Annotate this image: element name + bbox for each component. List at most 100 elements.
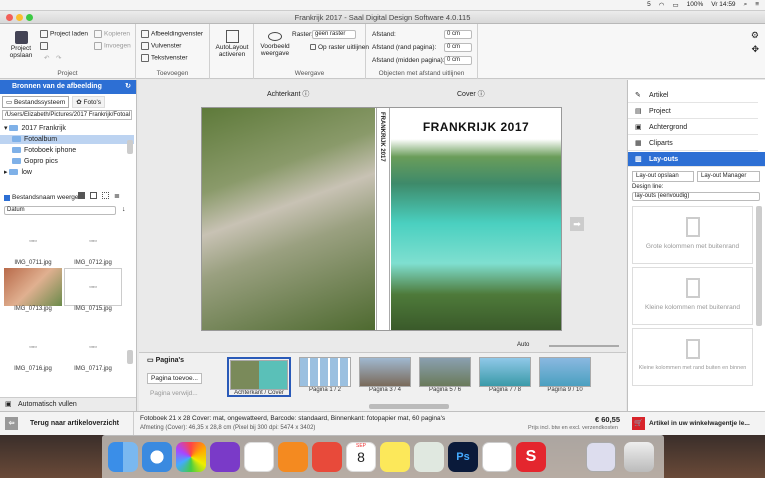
thumbs-scrollbar[interactable] — [127, 350, 133, 364]
page-thumb[interactable]: Pagina 1 / 2 — [299, 357, 351, 397]
tab-photos[interactable]: ✿ Foto's — [72, 96, 106, 108]
page-thumb[interactable]: Pagina 7 / 8 — [479, 357, 531, 397]
safari-icon[interactable] — [142, 442, 172, 472]
image-thumb[interactable]: ▫▫▫ IMG_0716.jpg — [4, 328, 62, 373]
tree-item[interactable]: Fotoboek iphone — [0, 146, 134, 155]
page-thumb[interactable]: Pagina 5 / 6 — [419, 357, 471, 397]
wifi-icon[interactable]: ◠ — [659, 1, 665, 9]
pages-icon: ▭ — [147, 357, 156, 364]
menu-article[interactable]: ✎ Artikel — [628, 88, 758, 103]
large-grid-icon[interactable] — [78, 192, 85, 199]
zoom-slider[interactable] — [549, 345, 619, 347]
small-grid-icon[interactable] — [90, 192, 97, 199]
raster-select[interactable]: geen raster — [312, 30, 356, 39]
sort-direction-icon[interactable]: ↓ — [122, 206, 126, 213]
path-field[interactable]: /Users/Elizabeth/Pictures/2017 Frankrijk… — [2, 110, 132, 120]
next-page-arrow[interactable]: ➡ — [570, 217, 584, 231]
layout-card[interactable]: Kleine kolommen met buitenrand — [632, 267, 753, 325]
status-item[interactable]: 5 — [647, 1, 651, 9]
align-to-raster-checkbox[interactable]: Op raster uitlijnen — [310, 44, 369, 51]
tree-item[interactable]: ▾ 2017 Frankrijk — [0, 124, 134, 133]
scrollbar[interactable] — [127, 140, 133, 154]
preview-button[interactable]: Voorbeeld weergave — [258, 30, 292, 57]
distance-edge-input[interactable]: 0 cm — [444, 43, 472, 52]
move-icon[interactable]: ✥ — [751, 44, 759, 55]
add-page-button[interactable]: Pagina toevoe... — [147, 373, 202, 384]
redo-button[interactable]: ↷ — [56, 54, 61, 62]
menu-layouts[interactable]: ▥ Lay-outs — [628, 152, 765, 167]
text-window-button[interactable]: Tekstvenster — [141, 54, 188, 62]
notes-icon[interactable] — [380, 442, 410, 472]
layouts-scrollbar[interactable] — [756, 206, 762, 326]
image-thumb[interactable]: IMG_0713.jpg — [4, 268, 62, 312]
menu-project[interactable]: ▤ Project — [628, 104, 758, 119]
sort-select[interactable]: Datum — [4, 206, 116, 215]
back-photo[interactable] — [202, 108, 375, 330]
photo-booth-icon[interactable] — [312, 442, 342, 472]
undo-button[interactable]: ↶ — [44, 54, 49, 62]
paste-button[interactable]: Invoegen — [94, 42, 131, 50]
pages-menu[interactable]: ▭ Pagina's — [147, 356, 184, 364]
refresh-icon[interactable]: ↻ — [125, 80, 131, 94]
layout-card[interactable]: Kleine kolommen met rand buiten en binne… — [632, 328, 753, 386]
downloads-stack-icon[interactable] — [586, 442, 616, 472]
preview-icon[interactable] — [414, 442, 444, 472]
image-window-button[interactable]: Afbeeldingvenster — [141, 30, 203, 38]
battery-icon[interactable]: ▭ — [672, 1, 678, 9]
cover-photo[interactable]: FRANKRIJK 2017 — [391, 108, 561, 330]
cut-button[interactable] — [40, 42, 50, 50]
photoshop-icon[interactable]: Ps — [448, 442, 478, 472]
photobook-cover[interactable]: FRANKRIJK 2017 FRANKRIJK 2017 — [201, 107, 562, 331]
itunes-icon[interactable] — [244, 442, 274, 472]
save-project-button[interactable]: Project opslaan — [8, 31, 34, 59]
image-thumb[interactable]: ▫▫▫ IMG_0717.jpg — [64, 328, 122, 373]
textedit-icon[interactable] — [482, 442, 512, 472]
page-thumb[interactable]: Pagina 9 / 10 — [539, 357, 591, 397]
layout-manager-button[interactable]: Lay-out Manager — [697, 171, 760, 182]
tab-filesystem[interactable]: ▭ Bestandssysteem — [2, 96, 70, 108]
back-to-articles-button[interactable]: ⇦ Terug naar artikeloverzicht — [0, 412, 134, 435]
copy-button[interactable]: Kopieren — [94, 30, 130, 38]
info-icon[interactable]: ⓘ — [478, 91, 485, 98]
ibooks-icon[interactable] — [278, 442, 308, 472]
search-icon[interactable]: ⌕ — [744, 1, 748, 9]
image-thumb[interactable]: ▫▫▫ IMG_0712.jpg — [64, 222, 122, 267]
show-filename-checkbox[interactable]: Bestandsnaam weerge — [4, 194, 79, 201]
save-layout-button[interactable]: Lay-out opslaan — [632, 171, 694, 182]
imovie-icon[interactable] — [210, 442, 240, 472]
tree-item[interactable]: ▸ low — [0, 168, 134, 177]
layout-card[interactable]: Grote kolommen met buitenrand — [632, 206, 753, 264]
list-view-icon[interactable]: ≣ — [114, 192, 120, 200]
distance-middle-input[interactable]: 0 cm — [444, 56, 472, 65]
menu-cliparts[interactable]: ▦ Cliparts — [628, 136, 758, 151]
tree-item[interactable]: Gopro pics — [0, 157, 134, 166]
page-thumb[interactable]: Pagina 3 / 4 — [359, 357, 411, 397]
design-line-select[interactable]: lay-outs (eenvoudig) — [632, 192, 760, 201]
tree-item-selected[interactable]: Fotoalbum — [0, 135, 134, 144]
clock[interactable]: Vr 14:59 — [711, 1, 735, 9]
trash-icon[interactable] — [624, 442, 654, 472]
autolayout-button[interactable]: AutoLayout activeren — [214, 30, 250, 58]
page-strip-scrollbar[interactable] — [369, 404, 449, 409]
fill-window-button[interactable]: Vulvenster — [141, 42, 181, 50]
minimize-button[interactable] — [16, 14, 23, 21]
menu-list-icon[interactable]: ≡ — [755, 1, 759, 9]
remove-page-button[interactable]: Pagina verwijd... — [147, 389, 201, 398]
page-thumb-selected[interactable]: Achterkant / Cover — [227, 357, 291, 397]
info-icon[interactable]: ⓘ — [302, 91, 309, 98]
calendar-icon[interactable]: SEP 8 — [346, 442, 376, 472]
image-thumb[interactable]: ▫▫▫ IMG_0711.jpg — [4, 222, 62, 267]
close-button[interactable] — [6, 14, 13, 21]
autofill-bar[interactable]: ▣ Automatisch vullen — [0, 397, 136, 411]
photos-icon[interactable] — [176, 442, 206, 472]
finder-icon[interactable] — [108, 442, 138, 472]
add-to-cart-button[interactable]: 🛒 Artikel in uw winkelwagentje le... — [630, 415, 761, 432]
menu-background[interactable]: ▣ Achtergrond — [628, 120, 758, 135]
saal-design-icon[interactable]: S — [516, 442, 546, 472]
zoom-button[interactable] — [26, 14, 33, 21]
tiny-grid-icon[interactable] — [102, 192, 109, 199]
image-thumb[interactable]: ▫▫▫ IMG_0715.jpg — [64, 268, 122, 312]
distance-input[interactable]: 0 cm — [444, 30, 472, 39]
gear-icon[interactable]: ⚙ — [751, 30, 759, 41]
load-project-button[interactable]: Project laden — [40, 30, 88, 38]
